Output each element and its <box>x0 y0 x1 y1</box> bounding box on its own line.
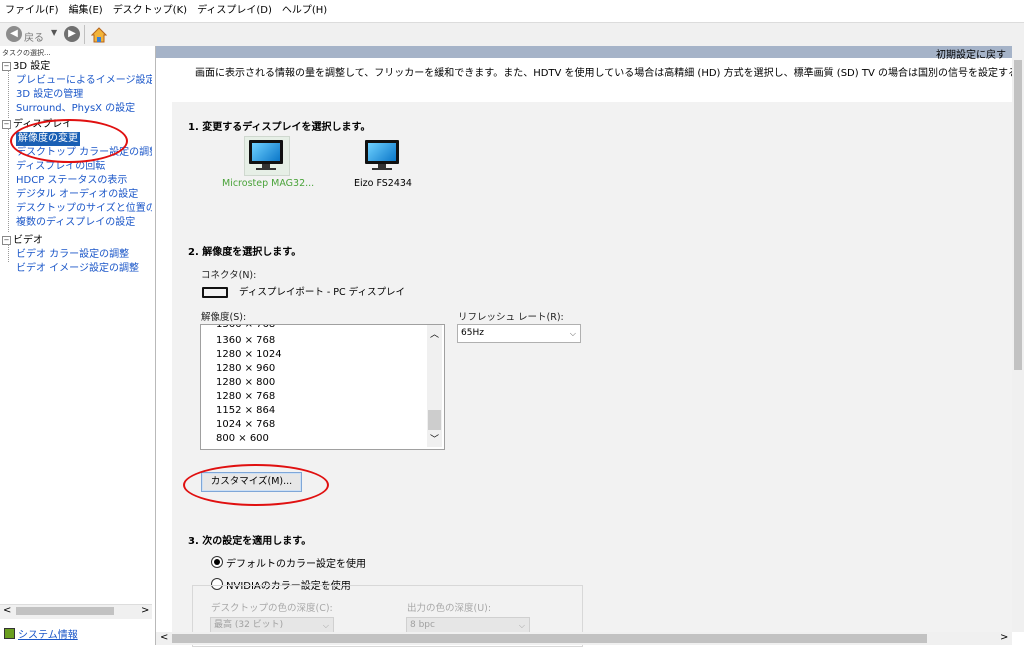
sidebar-item-multi-display[interactable]: 複数のディスプレイの設定 <box>16 216 135 230</box>
chevron-down-icon: ⌵ <box>322 621 329 630</box>
forward-arrow-icon[interactable]: ▶ <box>64 26 80 42</box>
connector-value: ディスプレイポート - PC ディスプレイ <box>239 287 406 298</box>
menu-edit[interactable]: 編集(E) <box>64 0 108 22</box>
back-button[interactable]: 戻る <box>24 29 44 44</box>
list-item[interactable]: 1152 × 864 <box>216 404 275 418</box>
scroll-left-icon[interactable]: < <box>3 605 11 616</box>
tree-group-label: ビデオ <box>13 235 43 246</box>
chevron-down-icon: ⌵ <box>569 329 576 338</box>
tree-connector <box>8 244 9 262</box>
output-depth-label: 出力の色の深度(U): <box>407 603 492 614</box>
collapse-icon[interactable]: − <box>2 61 11 71</box>
desktop-depth-value: 最高 (32 ビット) <box>214 620 284 630</box>
refresh-rate-dropdown[interactable]: 65Hz ⌵ <box>457 324 581 343</box>
sidebar-item-video-color[interactable]: ビデオ カラー設定の調整 <box>16 248 129 262</box>
menu-help[interactable]: ヘルプ(H) <box>277 0 332 22</box>
scrollbar-thumb[interactable] <box>1014 60 1022 370</box>
radio-default-color[interactable] <box>211 556 223 568</box>
sidebar-item-desktop-size[interactable]: デスクトップのサイズと位置の調 <box>16 202 152 216</box>
scroll-up-icon[interactable]: ︿ <box>430 327 439 340</box>
sidebar-item-preview[interactable]: プレビューによるイメージ設定( <box>16 74 152 88</box>
sidebar-item-video-image[interactable]: ビデオ イメージ設定の調整 <box>16 262 139 276</box>
page-header-strip <box>156 46 1024 58</box>
annotation-ellipse <box>183 464 329 506</box>
list-item[interactable]: 1280 × 1024 <box>216 348 282 362</box>
system-info-icon <box>4 628 15 639</box>
scrollbar-thumb[interactable] <box>16 607 114 615</box>
display-name-microstep[interactable]: Microstep MAG32... <box>222 178 314 189</box>
resolution-label: 解像度(S): <box>201 312 247 323</box>
list-item[interactable]: 1024 × 768 <box>216 418 275 432</box>
scroll-left-icon[interactable]: < <box>160 632 168 643</box>
scroll-right-icon[interactable]: > <box>1000 632 1008 643</box>
section-1-title: 1. 変更するディスプレイを選択します。 <box>188 122 371 133</box>
sidebar-item-hdcp[interactable]: HDCP ステータスの表示 <box>16 174 127 188</box>
collapse-icon[interactable]: − <box>2 119 11 129</box>
tree-group-label: 3D 設定 <box>13 61 51 72</box>
connector-label: コネクタ(N): <box>201 270 257 281</box>
history-dropdown-icon[interactable]: ▼ <box>51 28 57 37</box>
list-item[interactable]: 1360 × 768 <box>216 334 275 348</box>
toolbar: ◀ 戻る ▼ ▶ <box>0 22 1024 48</box>
refresh-rate-label: リフレッシュ レート(R): <box>458 312 564 323</box>
collapse-icon[interactable]: − <box>2 235 11 245</box>
menu-file[interactable]: ファイル(F) <box>0 0 64 22</box>
desktop-depth-label: デスクトップの色の深度(C): <box>211 603 333 614</box>
displayport-icon <box>202 287 228 298</box>
refresh-rate-value: 65Hz <box>461 328 484 338</box>
scrollbar-thumb[interactable] <box>172 634 927 643</box>
scroll-down-icon[interactable]: ﹀ <box>430 432 439 445</box>
monitor-icon <box>247 140 285 170</box>
resolution-list[interactable]: 1366 × 768 1360 × 768 1280 × 1024 1280 ×… <box>200 324 445 450</box>
annotation-ellipse <box>10 119 128 163</box>
tree-connector <box>8 128 9 232</box>
list-item[interactable]: 1366 × 768 <box>216 325 275 332</box>
scrollbar-thumb[interactable] <box>428 410 441 430</box>
chevron-down-icon: ⌵ <box>518 621 525 630</box>
section-3-title: 3. 次の設定を適用します。 <box>188 536 312 547</box>
list-item[interactable]: 1280 × 768 <box>216 390 275 404</box>
scroll-right-icon[interactable]: > <box>141 605 149 616</box>
home-icon[interactable] <box>91 27 107 43</box>
back-arrow-icon[interactable]: ◀ <box>6 26 22 42</box>
radio-default-label[interactable]: デフォルトのカラー設定を使用 <box>226 555 366 570</box>
display-name-eizo[interactable]: Eizo FS2434 <box>354 178 412 189</box>
sidebar-item-digital-audio[interactable]: デジタル オーディオの設定 <box>16 188 138 202</box>
tree-connector <box>8 70 9 118</box>
menu-desktop[interactable]: デスクトップ(K) <box>108 0 192 22</box>
page-description: 画面に表示される情報の量を調整して、フリッカーを緩和できます。また、HDTV を… <box>195 68 1024 79</box>
section-2-title: 2. 解像度を選択します。 <box>188 247 302 258</box>
menu-bar: ファイル(F) 編集(E) デスクトップ(K) ディスプレイ(D) ヘルプ(H) <box>0 0 1024 22</box>
monitor-icon[interactable] <box>363 140 401 170</box>
toolbar-divider <box>84 25 85 44</box>
list-item[interactable]: 800 × 600 <box>216 432 269 446</box>
system-info-link[interactable]: システム情報 <box>4 626 78 641</box>
system-info-label: システム情報 <box>18 630 78 641</box>
tree-group-3d[interactable]: −3D 設定 <box>2 60 50 74</box>
sidebar-item-3d-manage[interactable]: 3D 設定の管理 <box>16 88 83 102</box>
output-depth-value: 8 bpc <box>410 620 435 630</box>
sidebar-item-surround[interactable]: Surround、PhysX の設定 <box>16 102 135 116</box>
task-label: タスクの選択... <box>2 49 51 57</box>
reset-defaults-link[interactable]: 初期設定に戻す <box>936 46 1006 61</box>
list-item[interactable]: 1280 × 800 <box>216 376 275 390</box>
list-item[interactable]: 1280 × 960 <box>216 362 275 376</box>
menu-display[interactable]: ディスプレイ(D) <box>192 0 277 22</box>
